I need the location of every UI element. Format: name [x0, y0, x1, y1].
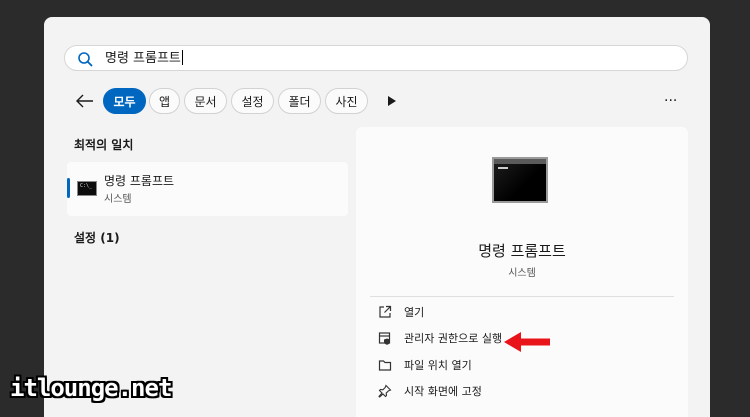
action-run-as-admin[interactable]: 관리자 권한으로 실행: [378, 329, 502, 347]
back-arrow-icon[interactable]: [74, 91, 96, 111]
action-open-file-location[interactable]: 파일 위치 열기: [378, 356, 472, 374]
settings-section-header[interactable]: 설정 (1): [74, 229, 120, 246]
filter-tab-folders[interactable]: 폴더: [278, 88, 321, 114]
filter-tab-all[interactable]: 모두: [103, 88, 146, 114]
action-pin-to-start-label: 시작 화면에 고정: [404, 385, 482, 398]
shield-admin-icon: [378, 332, 391, 345]
action-open-file-location-label: 파일 위치 열기: [404, 359, 472, 372]
divider: [370, 296, 674, 297]
more-filters-play-icon[interactable]: [388, 96, 396, 106]
filter-tab-apps[interactable]: 앱: [149, 88, 180, 114]
search-box[interactable]: 명령 프롬프트: [64, 45, 688, 71]
best-match-name: 명령 프롬프트: [104, 174, 175, 188]
detail-app-type: 시스템: [508, 268, 536, 279]
command-prompt-large-icon: [492, 157, 548, 203]
action-pin-to-start[interactable]: 시작 화면에 고정: [378, 382, 482, 400]
best-match-item[interactable]: C:\_ 명령 프롬프트 시스템: [67, 162, 348, 216]
detail-pane: 명령 프롬프트 시스템 열기 관리자 권한으로 실행 파일 위치 열기 시작 화…: [356, 127, 688, 417]
watermark: itlounge.net: [10, 374, 172, 402]
more-options-icon[interactable]: ···: [664, 93, 677, 109]
filter-tab-documents[interactable]: 문서: [184, 88, 227, 114]
command-prompt-icon: C:\_: [77, 181, 97, 196]
start-search-panel: 명령 프롬프트 모두 앱 문서 설정 폴더 사진 ··· 최적의 일치 C:\_…: [44, 17, 710, 417]
search-icon: [78, 52, 93, 67]
filter-tab-photos[interactable]: 사진: [325, 88, 368, 114]
pin-icon: [378, 384, 392, 398]
text-caret: [181, 50, 183, 65]
detail-app-name: 명령 프롬프트: [478, 242, 566, 260]
folder-icon: [378, 360, 392, 371]
action-open-label: 열기: [404, 306, 425, 319]
action-run-as-admin-label: 관리자 권한으로 실행: [404, 332, 503, 345]
open-external-icon: [379, 305, 392, 318]
selection-indicator: [67, 178, 70, 198]
best-match-header: 최적의 일치: [74, 138, 134, 152]
red-arrow-annotation: [504, 332, 550, 352]
filter-tab-settings[interactable]: 설정: [231, 88, 274, 114]
best-match-type: 시스템: [104, 194, 132, 205]
action-open[interactable]: 열기: [378, 303, 424, 321]
search-input[interactable]: 명령 프롬프트: [105, 50, 183, 67]
